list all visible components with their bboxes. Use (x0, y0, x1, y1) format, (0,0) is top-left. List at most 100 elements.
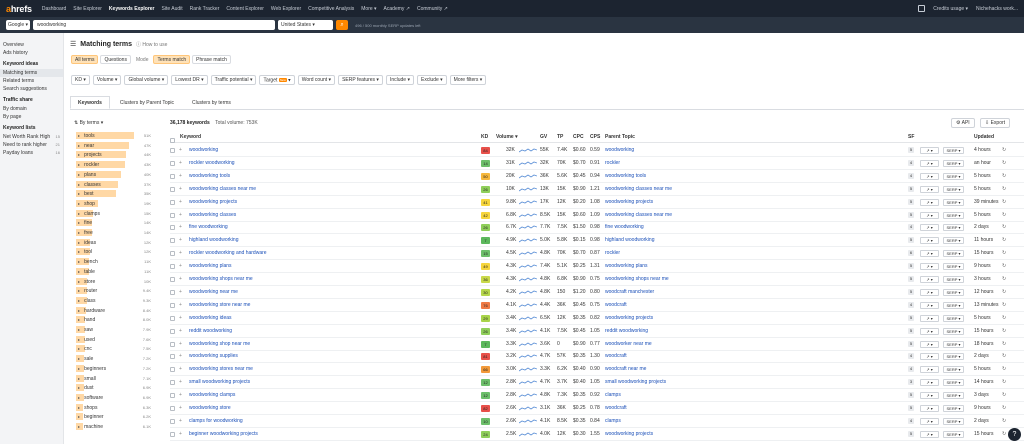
filter-button-5[interactable]: Target New ▾ (259, 75, 295, 85)
row-checkbox[interactable] (170, 277, 175, 282)
term-row[interactable]: ▸ hardware 8.4K (76, 306, 151, 314)
term-row[interactable]: ▸ classes 37K (76, 180, 151, 188)
term-row[interactable]: ▸ tool 12K (76, 248, 151, 256)
keyword-link[interactable]: woodworking plans (189, 260, 232, 272)
keyword-link[interactable]: reddit woodworking (189, 325, 232, 337)
serp-dropdown[interactable]: SERP ▾ (943, 147, 964, 154)
keyword-link[interactable]: clamps for woodworking (189, 415, 243, 427)
add-to-list-icon[interactable]: + (179, 286, 182, 298)
term-row[interactable]: ▸ fine 14K (76, 219, 151, 227)
serp-features-count[interactable]: 5 (908, 237, 914, 244)
serp-features-count[interactable]: 5 (908, 340, 914, 347)
row-checkbox[interactable] (170, 160, 175, 166)
keyword-link[interactable]: beginner woodworking projects (189, 428, 258, 440)
row-checkbox[interactable] (170, 289, 175, 295)
trend-dropdown[interactable]: ↗ ▾ (920, 301, 939, 309)
refresh-icon[interactable]: ↻ (1002, 221, 1006, 233)
sidebar-item-overview[interactable]: Overview (0, 41, 63, 49)
filter-button-3[interactable]: Lowest DR ▾ (171, 75, 208, 85)
term-row[interactable]: ▸ machine 6.1K (76, 423, 151, 430)
serp-features-count[interactable]: 4 (908, 353, 914, 360)
add-to-list-icon[interactable]: + (179, 299, 182, 311)
nav-item-5[interactable]: Content Explorer (226, 6, 264, 12)
trend-dropdown[interactable]: ↗ ▾ (920, 340, 939, 348)
keyword-link[interactable]: rockler woodworking (189, 157, 235, 169)
trend-dropdown[interactable]: ↗ ▾ (920, 405, 939, 412)
search-engine-select[interactable]: Google ▾ (6, 20, 30, 30)
refresh-icon[interactable]: ↻ (1002, 338, 1006, 350)
refresh-icon[interactable]: ↻ (1002, 273, 1006, 285)
trend-dropdown[interactable]: ↗ ▾ (920, 430, 939, 438)
add-to-list-icon[interactable]: + (179, 325, 182, 337)
keyword-link[interactable]: woodworking (189, 144, 218, 156)
trend-dropdown[interactable]: ↗ ▾ (920, 288, 939, 296)
serp-dropdown[interactable]: SERP ▾ (943, 327, 964, 335)
filter-button-6[interactable]: Word count ▾ (297, 75, 336, 85)
filter-button-0[interactable]: KD ▾ (71, 75, 90, 85)
tab-clusters-terms[interactable]: Clusters by terms (184, 96, 239, 109)
serp-features-count[interactable]: 5 (908, 147, 914, 153)
row-checkbox[interactable] (170, 418, 175, 424)
add-to-list-icon[interactable]: + (179, 183, 182, 195)
refresh-icon[interactable]: ↻ (1002, 286, 1006, 298)
trend-dropdown[interactable]: ↗ ▾ (920, 224, 939, 232)
serp-features-count[interactable]: 5 (908, 288, 914, 295)
keyword-link[interactable]: woodworking store near me (189, 299, 250, 311)
row-checkbox[interactable] (170, 238, 175, 244)
menu-icon[interactable]: ☰ (70, 40, 76, 48)
parent-topic-link[interactable]: woodcraft (605, 350, 627, 362)
row-checkbox[interactable] (170, 251, 175, 257)
serp-features-count[interactable]: 5 (908, 263, 914, 270)
parent-topic-link[interactable]: woodworking classes near me (605, 183, 672, 195)
api-button[interactable]: ⚙ API (951, 118, 975, 128)
serp-features-count[interactable]: 5 (908, 405, 914, 411)
tab-clusters-parent-topic[interactable]: Clusters by Parent Topic (112, 96, 182, 109)
filter-button-2[interactable]: Global volume ▾ (124, 75, 169, 85)
term-row[interactable]: ▸ tools 51K (76, 132, 151, 139)
trend-dropdown[interactable]: ↗ ▾ (920, 366, 939, 374)
refresh-icon[interactable]: ↻ (1002, 144, 1006, 156)
trend-dropdown[interactable]: ↗ ▾ (920, 147, 939, 154)
row-checkbox[interactable] (170, 225, 175, 231)
serp-features-count[interactable]: 5 (908, 327, 914, 334)
filter-button-1[interactable]: Volume ▾ (92, 75, 122, 85)
refresh-icon[interactable]: ↻ (1002, 196, 1006, 208)
parent-topic-link[interactable]: rockler (605, 157, 620, 169)
keyword-link[interactable]: highland woodworking (189, 234, 238, 246)
filter-button-8[interactable]: Include ▾ (385, 75, 414, 85)
keyword-link[interactable]: woodworking shop near me (189, 338, 250, 350)
filter-button-10[interactable]: More filters ▾ (449, 75, 487, 85)
country-select[interactable]: United States ▾ (278, 20, 333, 30)
keyword-link[interactable]: small woodworking projects (189, 376, 250, 388)
row-checkbox[interactable] (170, 354, 175, 360)
parent-topic-link[interactable]: woodworking projects (605, 196, 653, 208)
export-button[interactable]: ⇩ Export (980, 118, 1011, 128)
add-to-list-icon[interactable]: + (179, 234, 182, 246)
term-row[interactable]: ▸ software 6.9K (76, 393, 151, 401)
sidebar-item-list[interactable]: Net Worth Rank High 15 (0, 133, 63, 141)
parent-topic-link[interactable]: reddit woodworking (605, 325, 648, 337)
col-updated[interactable]: Updated (974, 134, 994, 140)
term-row[interactable]: ▸ rockler 43K (76, 161, 151, 169)
nav-item-8[interactable]: More ▾ (361, 6, 376, 12)
keyword-link[interactable]: woodworking classes near me (189, 183, 256, 195)
serp-dropdown[interactable]: SERP ▾ (943, 340, 964, 348)
nav-item-4[interactable]: Rank Tracker (190, 6, 220, 12)
keyword-link[interactable]: woodworking tools (189, 170, 230, 182)
refresh-icon[interactable]: ↻ (1002, 209, 1006, 221)
serp-features-count[interactable]: 4 (908, 417, 914, 424)
parent-topic-link[interactable]: rockler (605, 247, 620, 259)
row-checkbox[interactable] (170, 302, 175, 308)
parent-topic-link[interactable]: woodworking projects (605, 312, 653, 324)
parent-topic-link[interactable]: clamps (605, 389, 621, 401)
col-cpc[interactable]: CPC (573, 134, 584, 140)
serp-dropdown[interactable]: SERP ▾ (943, 250, 964, 258)
add-to-list-icon[interactable]: + (179, 170, 182, 182)
parent-topic-link[interactable]: woodworking shops near me (605, 273, 669, 285)
trend-dropdown[interactable]: ↗ ▾ (920, 185, 939, 193)
parent-topic-link[interactable]: woodworking (605, 144, 634, 156)
serp-dropdown[interactable]: SERP ▾ (943, 353, 964, 361)
term-row[interactable]: ▸ shops 6.3K (76, 403, 151, 411)
trend-dropdown[interactable]: ↗ ▾ (920, 159, 939, 167)
serp-features-count[interactable]: 6 (908, 250, 914, 257)
